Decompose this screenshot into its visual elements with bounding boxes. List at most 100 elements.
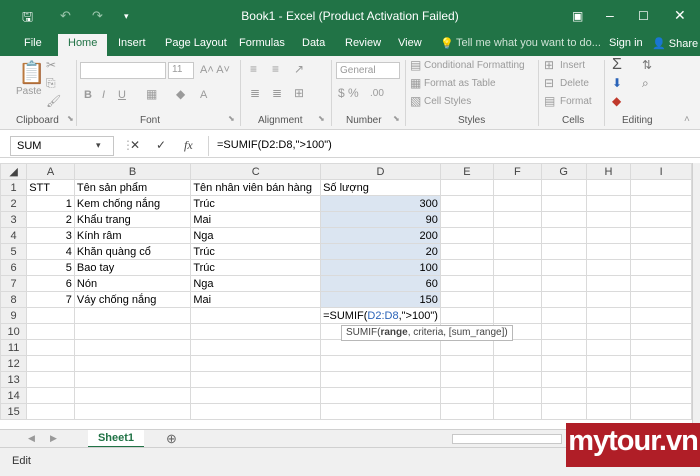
fill-icon[interactable]: ⬇ bbox=[612, 76, 622, 90]
cell[interactable]: Váy chống nắng bbox=[73, 291, 192, 308]
active-edit-cell[interactable]: =SUMIF(D2:D8,">100") bbox=[320, 307, 441, 324]
cell[interactable] bbox=[585, 307, 632, 324]
top-align-icon[interactable]: ≡ bbox=[250, 62, 257, 76]
cell[interactable] bbox=[540, 179, 587, 196]
cell[interactable] bbox=[630, 403, 692, 420]
cell[interactable] bbox=[585, 211, 632, 228]
cell[interactable] bbox=[585, 275, 632, 292]
cell[interactable] bbox=[439, 291, 494, 308]
cell[interactable] bbox=[73, 307, 192, 324]
find-select-icon[interactable]: ⌕ bbox=[642, 76, 649, 91]
cell[interactable] bbox=[439, 179, 494, 196]
new-sheet-icon[interactable]: ⊕ bbox=[166, 431, 177, 447]
delete-cells-button[interactable]: Delete bbox=[560, 78, 589, 89]
cell[interactable] bbox=[320, 339, 441, 356]
align-left-icon[interactable]: ≣ bbox=[250, 86, 260, 100]
row-header[interactable]: 9 bbox=[0, 307, 28, 324]
cell[interactable] bbox=[540, 323, 587, 340]
cell[interactable]: 1 bbox=[26, 195, 75, 212]
cell[interactable] bbox=[26, 403, 75, 420]
font-launcher-icon[interactable]: ⬊ bbox=[228, 114, 235, 123]
collapse-ribbon-icon[interactable]: ˄ bbox=[684, 114, 690, 125]
cell[interactable] bbox=[73, 371, 192, 388]
cell[interactable] bbox=[630, 195, 692, 212]
column-header-d[interactable]: D bbox=[320, 163, 441, 180]
row-header[interactable]: 13 bbox=[0, 371, 28, 388]
row-header[interactable]: 15 bbox=[0, 403, 28, 420]
tab-page-layout[interactable]: Page Layout bbox=[165, 37, 227, 49]
cell[interactable] bbox=[73, 355, 192, 372]
tab-review[interactable]: Review bbox=[345, 37, 381, 49]
cell[interactable] bbox=[540, 307, 587, 324]
cell[interactable] bbox=[439, 403, 494, 420]
cell[interactable]: Tên sản phẩm bbox=[73, 179, 192, 196]
cell[interactable] bbox=[190, 323, 322, 340]
cell[interactable] bbox=[540, 211, 587, 228]
cell[interactable] bbox=[73, 387, 192, 404]
number-launcher-icon[interactable]: ⬊ bbox=[393, 114, 400, 123]
cell[interactable]: Trúc bbox=[190, 195, 322, 212]
vertical-scrollbar[interactable] bbox=[692, 163, 700, 429]
cell[interactable] bbox=[492, 243, 542, 260]
share-button[interactable]: 👤 Share bbox=[652, 37, 698, 50]
cell[interactable]: Tên nhân viên bán hàng bbox=[190, 179, 322, 196]
cell[interactable]: 300 bbox=[320, 195, 441, 212]
cell[interactable] bbox=[585, 195, 632, 212]
cell[interactable]: 150 bbox=[320, 291, 441, 308]
cell[interactable] bbox=[540, 371, 587, 388]
row-header[interactable]: 5 bbox=[0, 243, 28, 260]
cell[interactable] bbox=[630, 307, 692, 324]
insert-cells-button[interactable]: Insert bbox=[560, 60, 585, 71]
cell[interactable]: Kem chống nắng bbox=[73, 195, 192, 212]
tooltip-current-arg[interactable]: range bbox=[380, 327, 407, 338]
cell[interactable] bbox=[630, 355, 692, 372]
tab-view[interactable]: View bbox=[398, 37, 422, 49]
cell[interactable] bbox=[190, 371, 322, 388]
cell[interactable] bbox=[26, 371, 75, 388]
cell[interactable] bbox=[630, 371, 692, 388]
format-painter-icon[interactable]: 🖌 bbox=[46, 94, 61, 108]
cell[interactable] bbox=[26, 339, 75, 356]
tab-insert[interactable]: Insert bbox=[118, 37, 146, 49]
copy-icon[interactable]: ⎘ bbox=[46, 76, 56, 91]
cell[interactable] bbox=[585, 179, 632, 196]
cell[interactable]: Khẩu trang bbox=[73, 211, 192, 228]
tab-home[interactable]: Home bbox=[58, 34, 108, 56]
cell-styles-button[interactable]: Cell Styles bbox=[424, 96, 471, 107]
row-header[interactable]: 7 bbox=[0, 275, 28, 292]
cell[interactable] bbox=[439, 243, 494, 260]
column-header-e[interactable]: E bbox=[439, 163, 494, 180]
name-box-dropdown-icon[interactable]: ▾ bbox=[96, 140, 101, 151]
cell[interactable] bbox=[26, 307, 75, 324]
cell[interactable]: STT bbox=[26, 179, 75, 196]
prev-sheet-icon[interactable]: ◀ bbox=[28, 433, 35, 444]
cell[interactable]: 100 bbox=[320, 259, 441, 276]
autosum-icon[interactable]: Σ bbox=[612, 56, 622, 74]
cell[interactable] bbox=[585, 403, 632, 420]
cell[interactable]: 5 bbox=[26, 259, 75, 276]
column-header-i[interactable]: I bbox=[630, 163, 692, 180]
tell-me-input[interactable]: Tell me what you want to do... bbox=[456, 37, 601, 49]
fill-color-icon[interactable]: ◆ bbox=[176, 87, 185, 101]
row-header[interactable]: 3 bbox=[0, 211, 28, 228]
column-header-h[interactable]: H bbox=[585, 163, 632, 180]
underline-icon[interactable]: U bbox=[118, 89, 126, 101]
cell[interactable] bbox=[630, 387, 692, 404]
sort-filter-icon[interactable]: ⇅ bbox=[642, 58, 652, 72]
cell[interactable]: 2 bbox=[26, 211, 75, 228]
cell[interactable] bbox=[540, 339, 587, 356]
cell[interactable] bbox=[492, 355, 542, 372]
cell[interactable] bbox=[630, 275, 692, 292]
cell[interactable] bbox=[320, 371, 441, 388]
row-header[interactable]: 6 bbox=[0, 259, 28, 276]
select-all-corner[interactable]: ◢ bbox=[0, 163, 28, 180]
cell[interactable] bbox=[585, 323, 632, 340]
cell[interactable] bbox=[492, 403, 542, 420]
number-format-select[interactable]: General bbox=[336, 62, 400, 79]
cell[interactable] bbox=[320, 355, 441, 372]
paste-icon[interactable]: 📋 bbox=[18, 60, 45, 86]
column-header-f[interactable]: F bbox=[492, 163, 542, 180]
cell[interactable] bbox=[540, 403, 587, 420]
cell[interactable]: 7 bbox=[26, 291, 75, 308]
cell[interactable] bbox=[320, 387, 441, 404]
